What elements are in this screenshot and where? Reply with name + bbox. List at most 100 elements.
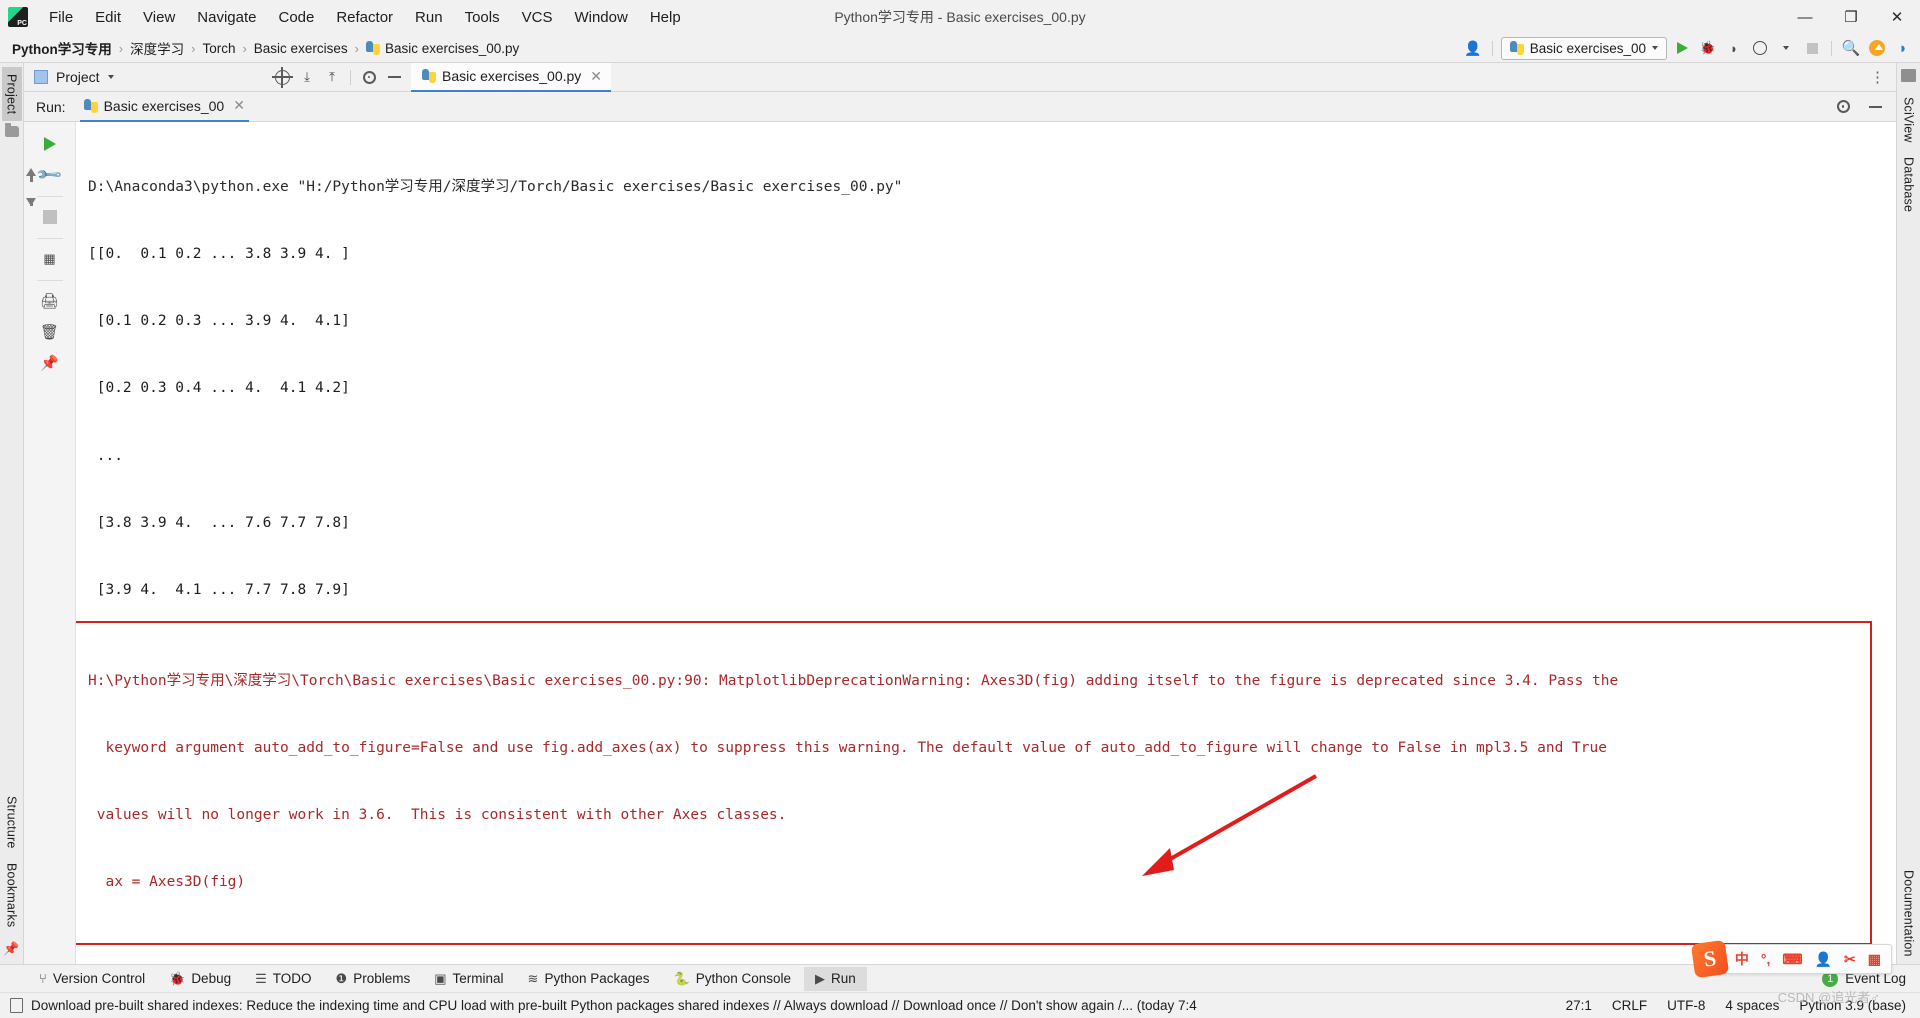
settings-button[interactable] — [358, 66, 380, 88]
sidebar-item-bookmarks[interactable]: Bookmarks — [2, 856, 22, 934]
menu-view[interactable]: View — [132, 5, 186, 30]
debug-button[interactable]: 🐞 — [1697, 37, 1719, 59]
menu-file[interactable]: File — [38, 5, 84, 30]
profile-button[interactable] — [1749, 37, 1771, 59]
file-status-group[interactable]: 27:1 CRLF UTF-8 4 spaces Python 3.9 (bas… — [1566, 998, 1920, 1013]
breadcrumb-item-file[interactable]: Basic exercises_00.py — [365, 41, 519, 56]
minimize-button[interactable]: — — [1782, 0, 1828, 34]
tool-window-bar[interactable]: ⑂ Version Control 🐞 Debug ☰ TODO ❶ Probl… — [0, 964, 1920, 992]
rerun-button[interactable] — [36, 130, 64, 158]
expand-all-button[interactable]: ⤓ — [296, 66, 318, 88]
breadcrumb-item-folder-3[interactable]: Basic exercises — [254, 41, 348, 56]
sidebar-item-documentation[interactable]: Documentation — [1899, 863, 1919, 964]
sogou-logo-icon[interactable]: S — [1690, 939, 1730, 979]
window-controls[interactable]: — ❐ ✕ — [1782, 0, 1920, 34]
search-button[interactable]: 🔍 — [1840, 37, 1862, 59]
printer-icon: 🖨 — [39, 293, 60, 310]
hide-panel-button[interactable] — [383, 66, 405, 88]
statusbar-item-debug[interactable]: 🐞 Debug — [158, 967, 242, 991]
stop-process-button[interactable] — [36, 203, 64, 231]
editor-tab[interactable]: Basic exercises_00.py ✕ — [411, 62, 612, 92]
chevron-down-icon[interactable] — [107, 75, 114, 79]
stop-button[interactable] — [1801, 37, 1823, 59]
project-panel-title[interactable]: Project — [56, 69, 100, 85]
sidebar-item-database[interactable]: Database — [1899, 150, 1919, 219]
scissors-icon[interactable]: ✂ — [1844, 951, 1856, 968]
statusbar-item-terminal[interactable]: ▣ Terminal — [423, 967, 514, 991]
project-panel-controls[interactable]: ⤓ ⤒ — [271, 66, 411, 88]
sidebar-item-structure[interactable]: Structure — [2, 789, 22, 856]
menu-bar[interactable]: File Edit View Navigate Code Refactor Ru… — [38, 5, 692, 30]
pin-tab-button[interactable]: 📌 — [36, 349, 64, 377]
menu-refactor[interactable]: Refactor — [325, 5, 404, 30]
maximize-button[interactable]: ❐ — [1828, 0, 1874, 34]
sidebar-item-project[interactable]: Project — [1, 67, 22, 122]
update-button[interactable] — [1866, 37, 1888, 59]
scroll-from-source-button[interactable] — [271, 66, 293, 88]
sidebar-item-sciview[interactable]: SciView — [1899, 90, 1919, 150]
folder-icon[interactable] — [4, 123, 19, 138]
run-session-tab[interactable]: Basic exercises_00 ✕ — [79, 92, 249, 122]
python-interpreter[interactable]: Python 3.9 (base) — [1799, 998, 1906, 1013]
console-line: [0.1 0.2 0.3 ... 3.9 4. 4.1] — [88, 313, 350, 330]
keyboard-icon[interactable]: ⌨ — [1782, 951, 1802, 968]
close-icon[interactable]: ✕ — [233, 97, 245, 114]
ide-feature-button[interactable]: ◗ — [1892, 37, 1914, 59]
gear-icon — [1836, 100, 1850, 113]
clear-all-button[interactable]: 🗑 — [36, 318, 64, 346]
run-coverage-button[interactable]: ◗ — [1723, 37, 1745, 59]
more-options-icon[interactable]: ⋮ — [1870, 68, 1896, 86]
sciview-icon[interactable] — [1901, 69, 1916, 82]
statusbar-item-python-packages[interactable]: ≋ Python Packages — [517, 967, 661, 991]
profile-dropdown[interactable] — [1775, 37, 1797, 59]
menu-edit[interactable]: Edit — [84, 5, 132, 30]
statusbar-item-version-control[interactable]: ⑂ Version Control — [28, 967, 156, 990]
close-icon[interactable]: ✕ — [590, 68, 602, 85]
run-settings-button[interactable] — [1832, 96, 1854, 118]
menu-navigate[interactable]: Navigate — [186, 5, 267, 30]
right-tool-strip[interactable]: SciView Database Documentation — [1896, 63, 1920, 964]
user-icon[interactable]: 👤 — [1462, 37, 1484, 59]
console-output[interactable]: D:\Anaconda3\python.exe "H:/Python学习专用/深… — [76, 122, 1896, 964]
ime-punctuation-toggle[interactable]: °, — [1761, 951, 1771, 967]
file-encoding[interactable]: UTF-8 — [1667, 998, 1705, 1013]
close-button[interactable]: ✕ — [1874, 0, 1920, 34]
run-action-gutter[interactable]: 🔧 ▦ 🖨 🗑 📌 — [24, 122, 76, 964]
indent-setting[interactable]: 4 spaces — [1725, 998, 1779, 1013]
next-occurrence-icon[interactable] — [26, 198, 36, 206]
statusbar-item-run[interactable]: ▶ Run — [804, 966, 867, 991]
breadcrumb[interactable]: Python学习专用 › 深度学习 › Torch › Basic exerci… — [12, 38, 519, 58]
breadcrumb-item-project[interactable]: Python学习专用 — [12, 38, 112, 58]
line-separator[interactable]: CRLF — [1612, 998, 1647, 1013]
user-icon[interactable]: 👤 — [1815, 951, 1832, 968]
apps-icon[interactable]: ▦ — [1868, 951, 1881, 968]
menu-window[interactable]: Window — [563, 5, 638, 30]
console-navigation[interactable] — [26, 168, 36, 206]
caret-position[interactable]: 27:1 — [1566, 998, 1592, 1013]
menu-code[interactable]: Code — [267, 5, 325, 30]
statusbar-item-python-console[interactable]: 🐍 Python Console — [663, 967, 803, 991]
print-button[interactable]: 🖨 — [36, 287, 64, 315]
menu-vcs[interactable]: VCS — [511, 5, 564, 30]
breadcrumb-item-folder-2[interactable]: Torch — [202, 41, 235, 56]
hide-run-window-button[interactable] — [1864, 96, 1886, 118]
ime-toolbar[interactable]: S 中 °, ⌨ 👤 ✂ ▦ — [1690, 939, 1892, 979]
run-configuration-selector[interactable]: Basic exercises_00 — [1500, 36, 1667, 60]
menu-help[interactable]: Help — [639, 5, 692, 30]
previous-occurrence-icon[interactable] — [26, 168, 36, 182]
breadcrumb-item-folder-1[interactable]: 深度学习 — [130, 38, 184, 58]
menu-run[interactable]: Run — [404, 5, 454, 30]
ime-language-toggle[interactable]: 中 — [1735, 949, 1749, 969]
notification-message[interactable]: Download pre-built shared indexes: Reduc… — [31, 998, 1197, 1013]
statusbar-item-problems[interactable]: ❶ Problems — [325, 967, 422, 991]
left-tool-strip[interactable]: Project Structure Bookmarks 📌 — [0, 63, 24, 964]
layout-button[interactable]: ▦ — [36, 245, 64, 273]
statusbar-item-todo[interactable]: ☰ TODO — [244, 967, 322, 991]
collapse-all-button[interactable]: ⤒ — [321, 66, 343, 88]
run-button[interactable] — [1671, 37, 1693, 59]
navbar-toolbar[interactable]: 👤 Basic exercises_00 🐞 ◗ 🔍 ◗ — [1462, 36, 1914, 60]
run-window-controls[interactable] — [1832, 96, 1896, 118]
bookmark-pin-icon[interactable]: 📌 — [3, 941, 19, 957]
edit-configuration-button[interactable]: 🔧 — [35, 160, 64, 189]
menu-tools[interactable]: Tools — [454, 5, 511, 30]
